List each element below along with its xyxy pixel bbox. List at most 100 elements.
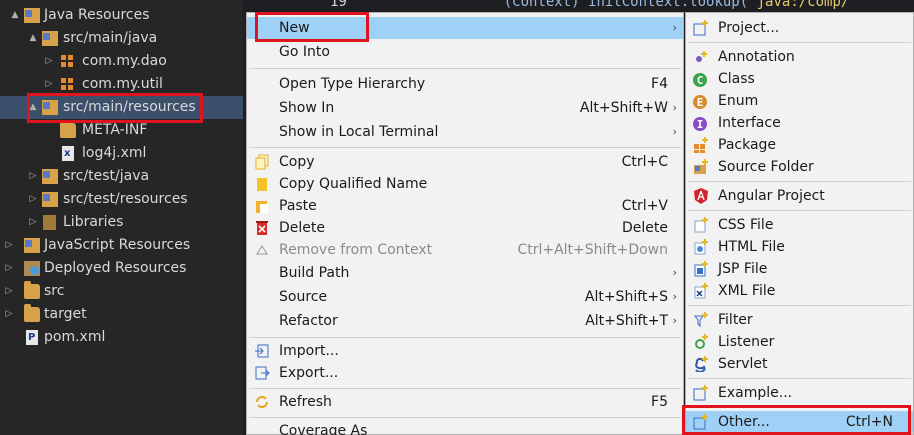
servlet-icon [693, 356, 709, 373]
tree-item-pom-xml[interactable]: pom.xml [0, 326, 243, 349]
expand-icon[interactable]: ▷ [3, 257, 15, 280]
menu-separator [688, 181, 911, 182]
menu-item-show-in-local-terminal[interactable]: Show in Local Terminal › [247, 121, 683, 143]
tree-item-label: com.my.dao [82, 53, 167, 69]
tree-item-label: src [44, 283, 65, 299]
menu-item-label: Delete [279, 220, 325, 236]
filter-icon [693, 312, 709, 328]
menu-item-refactor[interactable]: Refactor Alt+Shift+T › [247, 310, 683, 332]
menu-item-label: Source [279, 289, 328, 305]
menu-item-shortcut: Alt+Shift+S [584, 289, 668, 305]
submenu-item-angular-project[interactable]: Angular Project [686, 185, 913, 207]
menu-item-open-type-hierarchy[interactable]: Open Type Hierarchy F4 [247, 73, 683, 95]
menu-item-copy[interactable]: Copy Ctrl+C [247, 151, 683, 173]
expand-icon[interactable]: ▷ [3, 303, 15, 326]
tree-item-java-resources[interactable]: ▲ Java Resources [0, 4, 243, 27]
xml-file-icon [62, 142, 74, 165]
library-icon [43, 215, 56, 230]
collapse-icon[interactable]: ▲ [27, 27, 39, 50]
submenu-item-xml-file[interactable]: XML File [686, 280, 913, 302]
expand-icon[interactable]: ▷ [27, 165, 39, 188]
submenu-item-project[interactable]: Project... [686, 17, 913, 39]
submenu-item-label: HTML File [718, 239, 785, 255]
package-icon [60, 54, 76, 69]
tree-item-com-my-dao[interactable]: ▷ com.my.dao [0, 50, 243, 73]
submenu-item-enum[interactable]: E Enum [686, 90, 913, 112]
remove-context-icon [254, 242, 270, 258]
menu-separator [688, 210, 911, 211]
tree-item-label: JavaScript Resources [44, 237, 191, 253]
submenu-item-label: Example... [718, 385, 793, 401]
submenu-item-label: Source Folder [718, 159, 814, 175]
submenu-arrow-icon: › [672, 266, 677, 279]
tree-item-src-test-java[interactable]: ▷ src/test/java [0, 165, 243, 188]
java-resources-icon [24, 8, 40, 23]
import-icon [254, 343, 270, 359]
submenu-item-example[interactable]: Example... [686, 382, 913, 404]
submenu-item-html-file[interactable]: HTML File [686, 236, 913, 258]
source-folder-icon [42, 192, 58, 207]
tree-item-javascript-resources[interactable]: ▷ JavaScript Resources [0, 234, 243, 257]
submenu-item-listener[interactable]: Listener [686, 331, 913, 353]
submenu-item-servlet[interactable]: Servlet [686, 353, 913, 375]
submenu-arrow-icon: › [672, 290, 677, 303]
tree-item-libraries[interactable]: ▷ Libraries [0, 211, 243, 234]
package-icon [693, 137, 709, 153]
menu-item-import[interactable]: Import... [247, 340, 683, 362]
tree-item-target[interactable]: ▷ target [0, 303, 243, 326]
submenu-item-label: CSS File [718, 217, 774, 233]
submenu-item-css-file[interactable]: CSS File [686, 214, 913, 236]
menu-separator [249, 388, 681, 389]
menu-item-go-into[interactable]: Go Into [247, 41, 683, 63]
tree-item-src-main-java[interactable]: ▲ src/main/java [0, 27, 243, 50]
menu-item-export[interactable]: Export... [247, 362, 683, 384]
tree-item-deployed-resources[interactable]: ▷ Deployed Resources [0, 257, 243, 280]
submenu-item-package[interactable]: Package [686, 134, 913, 156]
context-menu: New › Go Into Open Type Hierarchy F4 Sho… [246, 12, 684, 435]
submenu-item-label: Interface [718, 115, 781, 131]
expand-icon[interactable]: ▷ [27, 188, 39, 211]
submenu-item-source-folder[interactable]: Source Folder [686, 156, 913, 178]
collapse-icon[interactable]: ▲ [9, 4, 21, 27]
tree-item-src-test-resources[interactable]: ▷ src/test/resources [0, 188, 243, 211]
menu-item-build-path[interactable]: Build Path › [247, 262, 683, 284]
submenu-arrow-icon: › [672, 101, 677, 114]
submenu-item-filter[interactable]: Filter [686, 309, 913, 331]
export-icon [254, 365, 270, 381]
expand-icon[interactable]: ▷ [43, 50, 55, 73]
tree-item-src[interactable]: ▷ src [0, 280, 243, 303]
code-line: 19 (Context) initContext.lookup("java:/c… [330, 0, 849, 12]
submenu-item-label: JSP File [718, 261, 768, 277]
menu-item-shortcut: Ctrl+V [621, 198, 668, 214]
css-file-icon [693, 217, 709, 233]
menu-separator [688, 305, 911, 306]
expand-icon[interactable]: ▷ [27, 211, 39, 234]
delete-icon [254, 220, 270, 236]
expand-icon[interactable]: ▷ [3, 234, 15, 257]
submenu-item-annotation[interactable]: Annotation [686, 46, 913, 68]
package-icon [60, 77, 76, 92]
copy-qualified-name-icon [254, 176, 270, 192]
submenu-item-interface[interactable]: I Interface [686, 112, 913, 134]
submenu-arrow-icon: › [672, 21, 677, 34]
tree-item-log4j-xml[interactable]: log4j.xml [0, 142, 243, 165]
expand-icon[interactable]: ▷ [3, 280, 15, 303]
menu-item-refresh[interactable]: Refresh F5 [247, 391, 683, 413]
menu-item-source[interactable]: Source Alt+Shift+S › [247, 286, 683, 308]
menu-item-shortcut: F4 [651, 76, 668, 92]
tree-item-label: pom.xml [44, 329, 106, 345]
submenu-item-label: Enum [718, 93, 759, 109]
submenu-item-jsp-file[interactable]: JSP File [686, 258, 913, 280]
javascript-resources-icon [24, 238, 40, 253]
new-submenu: Project... Annotation C Class E Enum I I… [685, 12, 914, 435]
interface-icon: I [693, 117, 707, 131]
submenu-item-class[interactable]: C Class [686, 68, 913, 90]
refresh-icon [254, 394, 270, 410]
menu-item-paste[interactable]: Paste Ctrl+V [247, 195, 683, 217]
annotation-box-other [682, 405, 911, 435]
menu-item-copy-qualified-name[interactable]: Copy Qualified Name [247, 173, 683, 195]
menu-item-coverage-as[interactable]: Coverage As [247, 420, 683, 435]
menu-item-show-in[interactable]: Show In Alt+Shift+W › [247, 97, 683, 119]
menu-item-remove-from-context[interactable]: Remove from Context Ctrl+Alt+Shift+Down [247, 239, 683, 261]
menu-item-delete[interactable]: Delete Delete [247, 217, 683, 239]
